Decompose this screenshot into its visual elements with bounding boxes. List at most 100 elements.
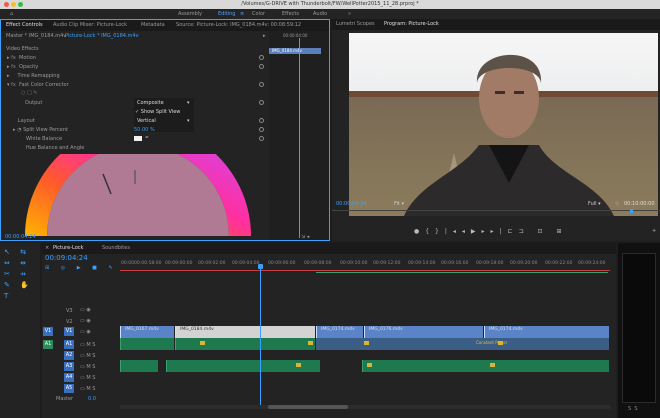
program-duration: 00:10:00:00 — [624, 201, 655, 207]
workspace-menu-icon[interactable]: ≡ — [240, 9, 244, 19]
reset-icon[interactable] — [259, 100, 264, 105]
timeline-horizontal-scrollbar[interactable] — [120, 405, 610, 409]
effect-controls-panel: Effect Controls Audio Clip Mixer: Pictur… — [0, 19, 330, 241]
tool-icons[interactable]: ↖ ⇆ ⇔ ⇹ ✂ ⇸ ✎ ✋ T — [4, 247, 38, 302]
tab-metadata[interactable]: Metadata — [141, 20, 165, 31]
keyframe-marker[interactable] — [367, 363, 372, 367]
close-icon[interactable] — [4, 2, 9, 7]
program-timecode[interactable]: 00:00:04:24 — [336, 201, 367, 207]
work-area-bar[interactable] — [120, 270, 610, 271]
video-clip[interactable]: IMG_0176.m4v — [364, 326, 483, 338]
workspace-tab[interactable]: Assembly — [178, 9, 202, 19]
meter-solo-buttons[interactable]: S S — [628, 406, 638, 412]
keyframe-marker[interactable] — [308, 341, 313, 345]
timeline-timecode[interactable]: 00:09:04:24 — [45, 254, 88, 262]
audio-clip[interactable] — [362, 360, 609, 372]
render-bar — [316, 272, 608, 273]
tab-effect-controls[interactable]: Effect Controls — [6, 20, 43, 31]
program-playhead[interactable] — [630, 209, 633, 213]
sequence-clip-label[interactable]: Picture-Lock * IMG_0184.m4v — [65, 33, 139, 39]
reset-icon[interactable] — [259, 82, 264, 87]
video-clip[interactable]: IMG_0167.m4v — [120, 326, 174, 338]
video-clip[interactable]: IMG_0174.m4v — [316, 326, 363, 338]
tab-source[interactable]: Source: Picture-Lock: IMG_0184.m4v: 00:0… — [176, 20, 301, 31]
master-track-label: Master — [56, 396, 74, 402]
workspace-tab[interactable]: Editing — [218, 9, 235, 19]
program-video-frame[interactable] — [349, 33, 658, 216]
keyframe-marker[interactable] — [490, 363, 495, 367]
ruler-tick: 00:09:24:00 — [578, 261, 606, 266]
audio-clip[interactable] — [120, 338, 174, 350]
workspace-tab[interactable]: Color — [252, 9, 265, 19]
track-header-a5[interactable]: A5 ▭ M S — [42, 384, 118, 396]
effect-motion[interactable]: ▸ fx Motion — [7, 55, 36, 61]
reset-icon[interactable] — [259, 64, 264, 69]
ec-mini-clip[interactable]: IMG_0184.m4v — [269, 48, 321, 54]
output-select[interactable]: Composite — [137, 100, 164, 106]
source-panel-tabs: Effect Controls Audio Clip Mixer: Pictur… — [1, 20, 329, 31]
program-scrubber[interactable] — [332, 210, 660, 211]
audio-clip[interactable] — [120, 360, 158, 372]
scrollbar-thumb[interactable] — [268, 405, 348, 409]
keyframe-marker[interactable] — [200, 341, 205, 345]
chevron-down-icon[interactable]: ▾ — [187, 118, 190, 124]
quality-select[interactable]: Full ▾ — [588, 201, 601, 207]
transport-controls[interactable]: ●{}|◂◂▶▸▸|⊏⊐ ⊡ ⊞ — [414, 228, 568, 235]
wrench-icon[interactable]: ⚙ — [615, 201, 619, 207]
timeline-tabs: × Picture-Lock Soundbites — [42, 243, 616, 254]
white-balance-swatch[interactable] — [134, 136, 142, 141]
fit-select[interactable]: Fit ▾ — [394, 201, 404, 207]
ec-panel-footer-icons[interactable]: ⇲ ◂ — [301, 234, 309, 240]
effect-fast-color-corrector[interactable]: ▾ fx Fast Color Corrector — [7, 82, 69, 88]
ruler-tick: 00:09:06:00 — [268, 261, 296, 266]
ruler-tick: 00:09:12:00 — [373, 261, 401, 266]
workspace-overflow[interactable]: » — [348, 9, 351, 19]
audio-meters-panel: S S — [618, 243, 660, 418]
audio-clip[interactable] — [316, 338, 609, 350]
layout-select[interactable]: Vertical — [137, 118, 156, 124]
workspace-tab[interactable]: Effects — [282, 9, 299, 19]
ruler-tick: 00:00:58:00 — [134, 261, 162, 266]
keyframe-marker[interactable] — [364, 341, 369, 345]
audio-clip[interactable] — [175, 338, 315, 350]
master-track-value[interactable]: 0.0 — [88, 396, 96, 402]
ec-timecode[interactable]: 00:00:04:24 — [5, 234, 36, 240]
hue-color-wheel[interactable] — [23, 154, 253, 236]
program-panel-tabs: Lumetri Scopes Program: Picture-Lock — [332, 19, 660, 30]
add-button-icon[interactable]: + — [652, 228, 656, 234]
chevron-down-icon[interactable]: ▾ — [187, 100, 190, 106]
eyedropper-icon[interactable]: ✒ — [145, 135, 149, 141]
ec-mini-timeline[interactable]: 00:00:04:00 IMG_0184.m4v — [269, 31, 329, 240]
maximize-icon[interactable] — [18, 2, 23, 7]
ec-mini-play-icon[interactable]: ▸ — [263, 33, 266, 39]
reset-icon[interactable] — [259, 118, 264, 123]
effect-time-remapping[interactable]: ▸ Time Remapping — [7, 73, 60, 79]
minimize-icon[interactable] — [11, 2, 16, 7]
video-clip[interactable]: IMG_0174.m4v — [484, 326, 609, 338]
video-clip[interactable]: IMG_0184.m4v — [175, 326, 315, 338]
tab-lumetri-scopes[interactable]: Lumetri Scopes — [336, 19, 375, 30]
home-icon[interactable]: ⌂ — [10, 9, 13, 19]
ruler-tick: 00:09:02:00 — [198, 261, 226, 266]
effect-opacity[interactable]: ▸ fx Opacity — [7, 64, 38, 70]
close-icon[interactable]: × — [45, 243, 49, 254]
split-view-percent-value[interactable]: 50.00 % — [134, 127, 155, 133]
timeline-tool-icons[interactable]: ⊞ ◎ ▶ ■ ✎ — [45, 265, 118, 271]
tab-picture-lock[interactable]: Picture-Lock — [53, 243, 83, 254]
workspace-tab[interactable]: Audio — [313, 9, 327, 19]
timeline-playhead-line[interactable] — [260, 269, 261, 409]
keyframe-marker[interactable] — [498, 341, 503, 345]
master-clip-label[interactable]: Master * IMG_0184.m4v — [6, 33, 66, 39]
reset-icon[interactable] — [259, 127, 264, 132]
ec-playhead[interactable] — [299, 38, 300, 238]
tab-program[interactable]: Program: Picture-Lock — [384, 19, 439, 30]
show-split-view-checkbox[interactable]: ✓ Show Split View — [135, 109, 180, 115]
reset-icon[interactable] — [259, 136, 264, 141]
tab-audio-clip-mixer[interactable]: Audio Clip Mixer: Picture-Lock — [53, 20, 127, 31]
tab-soundbites[interactable]: Soundbites — [102, 243, 130, 254]
track-header-v1[interactable]: V1 V1 ▭ ◉ — [42, 327, 118, 339]
keyframe-marker[interactable] — [296, 363, 301, 367]
reset-icon[interactable] — [259, 55, 264, 60]
layout-label: Layout — [17, 118, 35, 124]
mask-tools-icon[interactable]: ○ □ ✎ — [21, 90, 37, 96]
